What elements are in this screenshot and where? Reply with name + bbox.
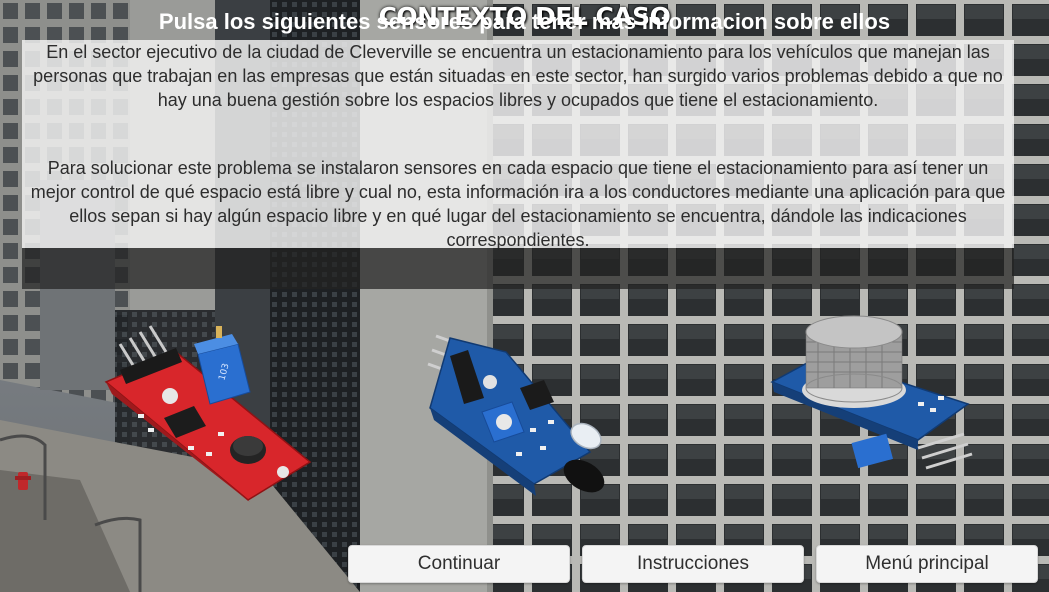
header-pins-icon xyxy=(917,432,973,470)
continue-button[interactable]: Continuar xyxy=(348,545,570,583)
instruction-banner xyxy=(22,248,1014,289)
context-text-panel: En el sector ejecutivo de la ciudad de C… xyxy=(22,40,1014,250)
instruction-text: Pulsa los siguientes sensores para tener… xyxy=(158,9,891,34)
context-paragraph-1: En el sector ejecutivo de la ciudad de C… xyxy=(33,42,1003,110)
context-paragraph-2: Para solucionar este problema se instala… xyxy=(30,158,1006,250)
gas-sensor-button[interactable] xyxy=(768,298,974,476)
instructions-button[interactable]: Instrucciones xyxy=(582,545,804,583)
infrared-sensor-button[interactable] xyxy=(420,328,620,508)
sound-sensor-button[interactable]: 103 xyxy=(98,322,320,502)
main-menu-button[interactable]: Menú principal xyxy=(816,545,1038,583)
